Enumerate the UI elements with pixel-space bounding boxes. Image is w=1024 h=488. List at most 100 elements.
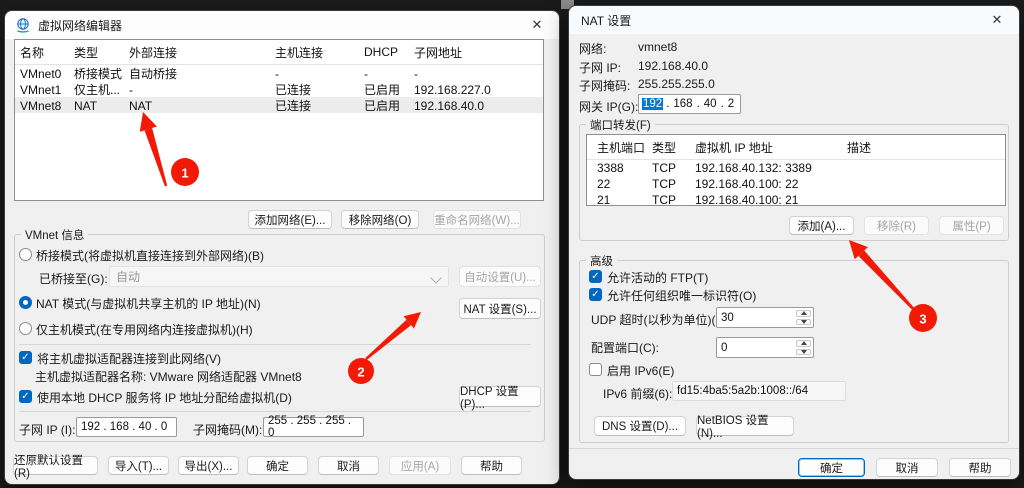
table-row-vmnet1[interactable]: VMnet1 仅主机... - 已连接 已启用 192.168.227.0 — [15, 81, 543, 97]
remove-port-button[interactable]: 移除(R) — [864, 216, 929, 235]
netbios-settings-button[interactable]: NetBIOS 设置(N)... — [696, 416, 794, 436]
add-network-button[interactable]: 添加网络(E)... — [248, 210, 332, 229]
cell: - — [364, 67, 414, 81]
restore-defaults-button[interactable]: 还原默认设置(R) — [13, 456, 98, 475]
port-forwarding-legend: 端口转发(F) — [586, 117, 655, 133]
table-row-port-3388[interactable]: 3388 TCP 192.168.40.132: 3389 — [587, 160, 1005, 176]
dns-settings-button[interactable]: DNS 设置(D)... — [594, 416, 686, 436]
close-icon[interactable]: ✕ — [521, 13, 553, 37]
config-port-spinner[interactable] — [795, 339, 812, 356]
remove-network-button[interactable]: 移除网络(O) — [341, 210, 419, 229]
dhcp-settings-button[interactable]: DHCP 设置(P)... — [459, 386, 541, 407]
col-type[interactable]: 类型 — [74, 44, 129, 61]
ok-button[interactable]: 确定 — [798, 458, 865, 477]
help-button[interactable]: 帮助 — [949, 458, 1011, 477]
host-only-radio[interactable] — [19, 322, 32, 335]
export-button[interactable]: 导出(X)... — [178, 456, 239, 475]
table-row-port-21[interactable]: 21 TCP 192.168.40.100: 21 — [587, 192, 1005, 206]
bridged-label: 桥接模式(将虚拟机直接连接到外部网络)(B) — [36, 247, 264, 264]
window-title: NAT 设置 — [581, 12, 631, 29]
globe-icon — [15, 17, 31, 33]
col-vm-ip[interactable]: 虚拟机 IP 地址 — [695, 139, 847, 156]
col-desc[interactable]: 描述 — [847, 139, 1005, 156]
ok-button[interactable]: 确定 — [247, 456, 308, 475]
spin-up-icon[interactable] — [796, 310, 811, 317]
table-row-port-22[interactable]: 22 TCP 192.168.40.100: 22 — [587, 176, 1005, 192]
host-only-label: 仅主机模式(在专用网络内连接虚拟机)(H) — [36, 321, 253, 338]
subnet-mask-input[interactable]: 255 . 255 . 255 . 0 — [263, 417, 364, 437]
cell: 已连接 — [275, 97, 364, 114]
ipv6-prefix-label: IPv6 前缀(6): — [603, 385, 672, 402]
cell: NAT — [129, 99, 275, 113]
bridged-to-dropdown[interactable]: 自动 — [109, 266, 449, 287]
editor-titlebar[interactable]: 虚拟网络编辑器 ✕ — [5, 11, 559, 39]
add-port-button[interactable]: 添加(A)... — [789, 216, 854, 235]
table-row-vmnet0[interactable]: VMnet0 桥接模式 自动桥接 - - - — [15, 65, 543, 81]
use-dhcp-checkbox[interactable]: ✓ — [19, 390, 32, 403]
config-port-value: 0 — [721, 342, 727, 354]
apply-button[interactable]: 应用(A) — [389, 456, 451, 475]
nat-titlebar[interactable]: NAT 设置 ✕ — [569, 6, 1019, 34]
check-icon: ✓ — [591, 272, 599, 282]
cancel-button[interactable]: 取消 — [318, 456, 379, 475]
nat-settings-button[interactable]: NAT 设置(S)... — [459, 298, 541, 319]
spin-down-icon[interactable] — [796, 319, 811, 326]
cell: 192.168.40.132: 3389 — [695, 161, 847, 175]
network-list: 名称 类型 外部连接 主机连接 DHCP 子网地址 VMnet0 桥接模式 自动… — [14, 39, 544, 201]
bridged-to-value: 自动 — [116, 268, 140, 285]
spin-down-icon[interactable] — [796, 349, 811, 356]
connect-adapter-checkbox[interactable]: ✓ — [19, 351, 32, 364]
udp-timeout-value: 30 — [721, 312, 734, 324]
port-properties-button[interactable]: 属性(P) — [939, 216, 1004, 235]
adapter-name-text: 主机虚拟适配器名称: VMware 网络适配器 VMnet8 — [35, 368, 302, 385]
help-button[interactable]: 帮助 — [461, 456, 522, 475]
ipv6-prefix-input[interactable]: fd15:4ba5:5a2b:1008::/64 — [672, 381, 846, 401]
cancel-button[interactable]: 取消 — [876, 458, 938, 477]
subnet-ip-input[interactable]: 192 . 168 . 40 . 0 — [76, 417, 177, 437]
cell: 192.168.40.0 — [414, 99, 543, 113]
subnet-value: 192.168.40.0 — [638, 59, 708, 73]
udp-timeout-input[interactable]: 30 — [716, 307, 814, 328]
config-port-input[interactable]: 0 — [716, 337, 814, 358]
nat-mode-radio[interactable] — [19, 296, 32, 309]
allow-oui-checkbox[interactable]: ✓ — [589, 288, 602, 301]
cell: NAT — [74, 99, 129, 113]
table-row-vmnet8[interactable]: VMnet8 NAT NAT 已连接 已启用 192.168.40.0 — [15, 97, 543, 113]
col-hostconn[interactable]: 主机连接 — [275, 44, 364, 61]
col-subnet[interactable]: 子网地址 — [414, 44, 543, 61]
auto-settings-button[interactable]: 自动设置(U)... — [459, 266, 541, 287]
network-label: 网络: — [579, 40, 606, 57]
network-list-header[interactable]: 名称 类型 外部连接 主机连接 DHCP 子网地址 — [15, 40, 543, 65]
nat-mode-label: NAT 模式(与虚拟机共享主机的 IP 地址)(N) — [36, 295, 261, 312]
allow-active-ftp-label: 允许活动的 FTP(T) — [607, 269, 708, 286]
subnet-ip-value: 192 . 168 . 40 . 0 — [81, 421, 167, 433]
bridged-radio[interactable] — [19, 248, 32, 261]
gateway-octet: 40 — [703, 98, 718, 110]
cell: 已连接 — [275, 81, 364, 98]
cell: 已启用 — [364, 81, 414, 98]
col-type[interactable]: 类型 — [652, 139, 695, 156]
col-host-port[interactable]: 主机端口 — [597, 139, 652, 156]
col-external[interactable]: 外部连接 — [129, 44, 275, 61]
cell: - — [129, 83, 275, 97]
spin-up-icon[interactable] — [796, 340, 811, 347]
close-icon[interactable]: ✕ — [981, 8, 1013, 32]
port-list-header[interactable]: 主机端口 类型 虚拟机 IP 地址 描述 — [587, 135, 1005, 160]
allow-active-ftp-checkbox[interactable]: ✓ — [589, 270, 602, 283]
chevron-down-icon — [430, 272, 441, 283]
cell: 桥接模式 — [74, 65, 129, 82]
udp-timeout-spinner[interactable] — [795, 309, 812, 326]
enable-ipv6-checkbox[interactable] — [589, 363, 602, 376]
cell: 22 — [597, 177, 652, 191]
col-name[interactable]: 名称 — [20, 44, 74, 61]
rename-network-button[interactable]: 重命名网络(W)... — [433, 210, 521, 229]
subnet-mask-label: 子网掩码(M): — [193, 421, 262, 438]
nat-settings-window: NAT 设置 ✕ 网络: vmnet8 子网 IP: 192.168.40.0 … — [568, 5, 1020, 480]
gateway-octet-selected: 192 — [642, 98, 663, 110]
use-dhcp-label: 使用本地 DHCP 服务将 IP 地址分配给虚拟机(D) — [37, 389, 292, 406]
col-dhcp[interactable]: DHCP — [364, 45, 414, 59]
import-button[interactable]: 导入(T)... — [108, 456, 169, 475]
check-icon: ✓ — [21, 353, 29, 363]
gateway-ip-input[interactable]: 192 . 168 . 40 . 2 — [638, 94, 741, 114]
advanced-legend: 高级 — [586, 253, 617, 269]
